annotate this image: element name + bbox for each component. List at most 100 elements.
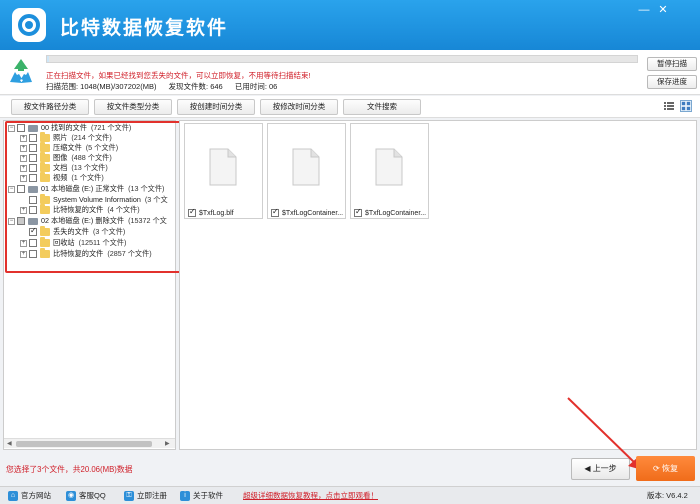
file-card[interactable]: $TxfLogContainer... <box>267 123 346 219</box>
pause-scan-button[interactable]: 暂停扫描 <box>647 57 697 71</box>
file-name: $TxfLog.blf <box>199 209 234 217</box>
status-message: 正在扫描文件，如果已经找到您丢失的文件，可以立即恢复，不用等待扫描结束! <box>46 71 311 80</box>
tree-checkbox[interactable] <box>17 217 25 225</box>
file-icon <box>209 148 237 186</box>
collapse-icon[interactable]: − <box>8 124 15 132</box>
expand-icon[interactable]: + <box>20 239 27 247</box>
file-name: $TxfLogContainer... <box>282 209 344 217</box>
version-label: 版本: V6.4.2 <box>647 491 688 500</box>
info-icon: i <box>180 491 190 501</box>
scan-progress-fill <box>47 56 49 62</box>
folder-icon <box>40 142 50 152</box>
file-card[interactable]: $TxfLogContainer... <box>350 123 429 219</box>
tree-horizontal-scrollbar[interactable]: ◀ ▶ <box>4 438 175 448</box>
file-checkbox[interactable] <box>188 208 196 217</box>
qq-support-link[interactable]: ◉ 客服QQ <box>66 490 106 502</box>
home-icon: ⌂ <box>8 491 18 501</box>
tree-checkbox[interactable] <box>29 174 37 182</box>
expand-icon[interactable]: + <box>20 250 27 258</box>
scrollbar-thumb[interactable] <box>16 441 152 447</box>
tab-by-modified[interactable]: 按修改时间分类 <box>260 99 338 115</box>
folder-icon <box>40 172 50 182</box>
file-card[interactable]: $TxfLog.blf <box>184 123 263 219</box>
previous-step-button[interactable]: ◀ 上一步 <box>571 458 630 480</box>
collapse-icon[interactable]: − <box>8 217 15 225</box>
tree-checkbox[interactable] <box>29 250 37 258</box>
footer-bar: ⌂ 官方网站 ◉ 客服QQ ⚿ 立即注册 i 关于软件 超级详细数据恢复教程，点… <box>0 486 700 504</box>
minimize-button[interactable]: — <box>637 4 651 16</box>
tree-checkbox[interactable] <box>29 134 37 142</box>
recover-icon: ⟳ <box>653 464 662 473</box>
collapse-icon[interactable]: − <box>8 185 15 193</box>
tutorial-link[interactable]: 超级详细数据恢复教程，点击立即观看！ <box>243 490 378 502</box>
tree-node-recovered-files[interactable]: + 比特恢复的文件 (4 个文件) <box>20 204 140 215</box>
tree-node-normal-files[interactable]: − 01 本地磁盘 (E:) 正常文件 (13 个文件) <box>8 184 164 194</box>
scan-range: 扫描范围: 1048(MB)/307202(MB) <box>46 82 157 91</box>
tree-checkbox[interactable] <box>29 164 37 172</box>
app-title: 比特数据恢复软件 <box>60 18 229 39</box>
expand-icon[interactable]: + <box>20 154 27 162</box>
scan-progress-bar <box>46 55 638 63</box>
expand-icon[interactable]: + <box>20 144 27 152</box>
scan-status-area: 正在扫描文件，如果已经找到您丢失的文件，可以立即恢复，不用等待扫描结束! 扫描范… <box>0 50 700 95</box>
tree-checkbox[interactable] <box>29 206 37 214</box>
tree-node-archives[interactable]: + 压缩文件 (5 个文件) <box>20 142 118 153</box>
tree-node-documents[interactable]: + 文档 (13 个文件) <box>20 162 108 173</box>
tree-node-images[interactable]: + 图像 (488 个文件) <box>20 152 112 163</box>
tree-checkbox[interactable] <box>29 239 37 247</box>
folder-icon <box>40 194 50 204</box>
tree-checkbox[interactable] <box>29 144 37 152</box>
expand-icon[interactable]: + <box>20 164 27 172</box>
tree-node-found-files[interactable]: − 00 找到的文件 (721 个文件) <box>8 123 131 133</box>
recover-button[interactable]: ⟳ 恢复 <box>636 456 695 481</box>
back-arrow-icon: ◀ <box>584 464 593 473</box>
file-checkbox[interactable] <box>271 208 279 217</box>
folder-icon <box>40 237 50 247</box>
official-website-link[interactable]: ⌂ 官方网站 <box>8 490 51 502</box>
about-link[interactable]: i 关于软件 <box>180 490 223 502</box>
tree-checkbox[interactable] <box>17 185 25 193</box>
tree-node-deleted-files[interactable]: − 02 本地磁盘 (E:) 删除文件 (15372 个文 <box>8 216 167 226</box>
expand-icon[interactable]: + <box>20 206 27 214</box>
tab-by-type[interactable]: 按文件类型分类 <box>94 99 172 115</box>
tab-by-path[interactable]: 按文件路径分类 <box>11 99 89 115</box>
tree-checkbox[interactable] <box>29 196 37 204</box>
disk-icon <box>28 185 38 193</box>
tree-node-photos[interactable]: + 照片 (214 个文件) <box>20 132 112 143</box>
scroll-left-icon[interactable]: ◀ <box>7 440 12 447</box>
file-icon <box>375 148 403 186</box>
tree-node-recycle-bin[interactable]: + 回收站 (12511 个文件) <box>20 237 126 248</box>
folder-icon <box>40 132 50 142</box>
folder-icon <box>40 152 50 162</box>
scroll-right-icon[interactable]: ▶ <box>165 440 170 447</box>
key-icon: ⚿ <box>124 491 134 501</box>
close-button[interactable]: ✕ <box>656 4 670 16</box>
category-tabs: 按文件路径分类 按文件类型分类 按创建时间分类 按修改时间分类 文件搜索 <box>0 96 700 118</box>
tree-node-bit-recovered-files[interactable]: + 比特恢复的文件 (2857 个文件) <box>20 248 152 259</box>
file-grid-panel: $TxfLog.blf $TxfLogContainer... $TxfLogC… <box>179 120 697 450</box>
expand-icon[interactable]: + <box>20 174 27 182</box>
tree-node-videos[interactable]: + 视频 (1 个文件) <box>20 172 104 183</box>
expand-icon[interactable]: + <box>20 134 27 142</box>
disk-icon <box>28 124 38 132</box>
title-bar: 比特数据恢复软件 — ✕ <box>0 0 700 50</box>
selection-info: 您选择了3个文件，共20.06(MB)数据 <box>6 465 133 474</box>
tree-checkbox[interactable] <box>17 124 25 132</box>
register-link[interactable]: ⚿ 立即注册 <box>124 490 167 502</box>
tree-node-lost-files[interactable]: 丢失的文件 (3 个文件) <box>20 226 125 237</box>
list-view-icon[interactable] <box>663 100 675 112</box>
folder-icon <box>40 204 50 214</box>
file-checkbox[interactable] <box>354 208 362 217</box>
tree-checkbox[interactable] <box>29 226 37 236</box>
found-file-count: 发现文件数: 646 <box>168 82 223 91</box>
file-icon <box>292 148 320 186</box>
tab-by-created[interactable]: 按创建时间分类 <box>177 99 255 115</box>
grid-view-icon[interactable] <box>680 100 692 112</box>
save-progress-button[interactable]: 保存进度 <box>647 75 697 89</box>
bottom-bar: 您选择了3个文件，共20.06(MB)数据 ◀ 上一步 <box>0 452 700 484</box>
tab-file-search[interactable]: 文件搜索 <box>343 99 421 115</box>
file-name: $TxfLogContainer... <box>365 209 427 217</box>
folder-icon <box>40 162 50 172</box>
scan-info: 扫描范围: 1048(MB)/307202(MB) 发现文件数: 646 已用时… <box>46 81 287 92</box>
tree-checkbox[interactable] <box>29 154 37 162</box>
